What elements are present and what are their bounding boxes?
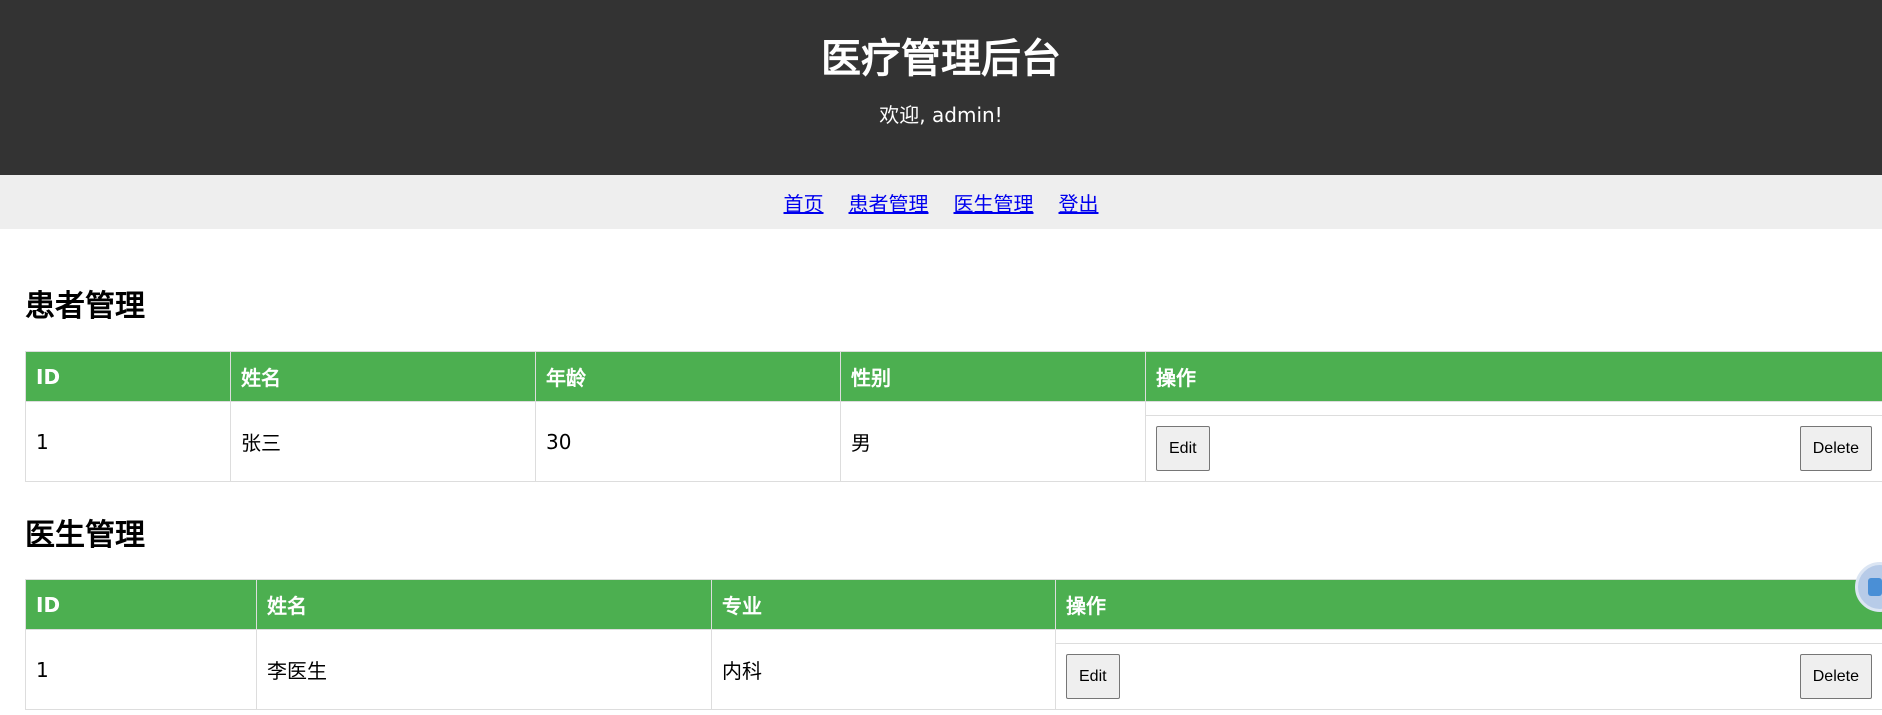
patient-age-cell: 30 [535, 401, 841, 482]
page-header: 医疗管理后台 欢迎, admin! [0, 0, 1882, 175]
nav-link-logout[interactable]: 登出 [1059, 188, 1099, 217]
assistant-icon [1868, 578, 1882, 596]
nav-link-patients[interactable]: 患者管理 [849, 188, 929, 217]
actions-group: Edit Delete [1056, 643, 1882, 709]
patients-section-title: 患者管理 [25, 289, 145, 324]
doctors-section-title: 医生管理 [25, 518, 145, 553]
column-header-id: ID [25, 579, 257, 630]
edit-button[interactable]: Edit [1066, 654, 1120, 699]
nav-bar: 首页 患者管理 医生管理 登出 [0, 175, 1882, 229]
column-header-name: 姓名 [230, 351, 536, 402]
patient-name-cell: 张三 [230, 401, 536, 482]
welcome-message: 欢迎, admin! [879, 103, 1003, 127]
column-header-specialty: 专业 [711, 579, 1056, 630]
patient-actions-cell: Edit Delete [1145, 401, 1882, 482]
page-title: 医疗管理后台 [821, 36, 1061, 82]
delete-button[interactable]: Delete [1799, 426, 1872, 471]
patient-id-cell: 1 [25, 401, 231, 482]
column-header-gender: 性别 [840, 351, 1146, 402]
actions-group: Edit Delete [1146, 415, 1882, 481]
column-header-actions: 操作 [1055, 579, 1882, 630]
table-row: 1 李医生 内科 Edit Delete [25, 629, 1882, 710]
doctors-table-header: ID 姓名 专业 操作 [25, 579, 1882, 630]
column-header-name: 姓名 [256, 579, 712, 630]
patients-table: ID 姓名 年龄 性别 操作 1 张三 30 男 Edit Delete [25, 351, 1882, 482]
nav-link-home[interactable]: 首页 [784, 188, 824, 217]
column-header-age: 年龄 [535, 351, 841, 402]
patients-table-header: ID 姓名 年龄 性别 操作 [25, 351, 1882, 402]
column-header-actions: 操作 [1145, 351, 1882, 402]
delete-button[interactable]: Delete [1799, 654, 1872, 699]
patient-gender-cell: 男 [840, 401, 1146, 482]
doctor-specialty-cell: 内科 [711, 629, 1056, 710]
doctor-actions-cell: Edit Delete [1055, 629, 1882, 710]
table-row: 1 张三 30 男 Edit Delete [25, 401, 1882, 482]
doctors-table: ID 姓名 专业 操作 1 李医生 内科 Edit Delete [25, 579, 1882, 710]
column-header-id: ID [25, 351, 231, 402]
doctor-name-cell: 李医生 [256, 629, 712, 710]
doctor-id-cell: 1 [25, 629, 257, 710]
edit-button[interactable]: Edit [1156, 426, 1210, 471]
nav-link-doctors[interactable]: 医生管理 [954, 188, 1034, 217]
